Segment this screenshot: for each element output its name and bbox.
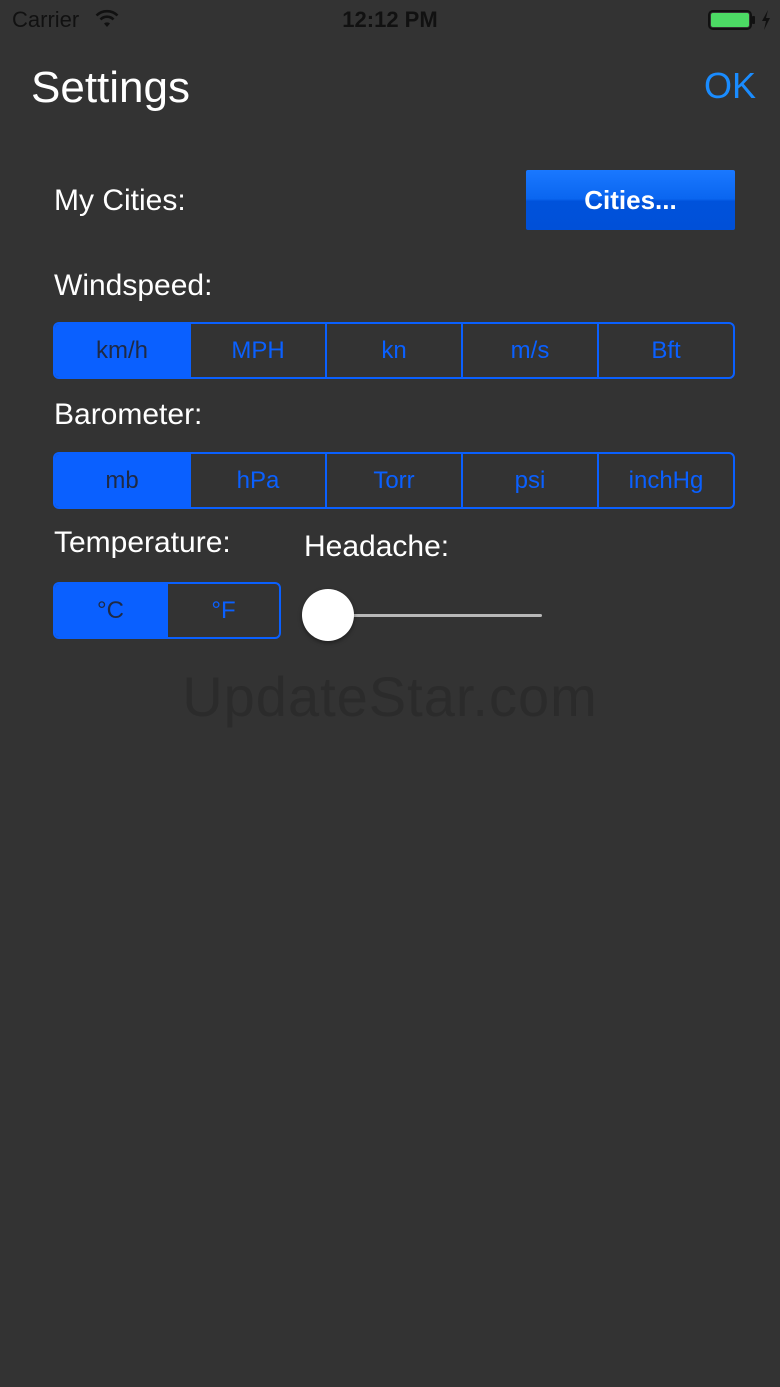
my-cities-label: My Cities: bbox=[54, 184, 186, 217]
windspeed-label: Windspeed: bbox=[54, 269, 213, 302]
battery-icon bbox=[708, 10, 755, 30]
page-title: Settings bbox=[31, 63, 190, 112]
temperature-label: Temperature: bbox=[54, 526, 231, 559]
windspeed-option-4[interactable]: Bft bbox=[599, 324, 733, 377]
status-time: 12:12 PM bbox=[342, 7, 438, 32]
headache-slider[interactable] bbox=[302, 588, 544, 642]
windspeed-option-1[interactable]: MPH bbox=[191, 324, 327, 377]
settings-screen: Carrier 12:12 PM Settings OK My Cities: … bbox=[0, 0, 780, 1387]
headache-label: Headache: bbox=[304, 530, 450, 563]
windspeed-option-3[interactable]: m/s bbox=[463, 324, 599, 377]
barometer-label: Barometer: bbox=[54, 398, 203, 431]
temperature-option-1[interactable]: °F bbox=[168, 584, 279, 637]
charging-bolt-icon bbox=[762, 10, 770, 30]
barometer-option-4[interactable]: inchHg bbox=[599, 454, 733, 507]
temperature-option-0[interactable]: °C bbox=[55, 584, 168, 637]
slider-thumb[interactable] bbox=[302, 589, 354, 641]
barometer-option-1[interactable]: hPa bbox=[191, 454, 327, 507]
windspeed-option-0[interactable]: km/h bbox=[55, 324, 191, 377]
barometer-segmented-control: mb hPa Torr psi inchHg bbox=[53, 452, 735, 509]
windspeed-segmented-control: km/h MPH kn m/s Bft bbox=[53, 322, 735, 379]
status-bar: Carrier 12:12 PM bbox=[0, 0, 780, 40]
barometer-option-3[interactable]: psi bbox=[463, 454, 599, 507]
temperature-segmented-control: °C °F bbox=[53, 582, 281, 639]
barometer-option-2[interactable]: Torr bbox=[327, 454, 463, 507]
windspeed-option-2[interactable]: kn bbox=[327, 324, 463, 377]
watermark-text: UpdateStar.com bbox=[182, 665, 598, 728]
barometer-option-0[interactable]: mb bbox=[55, 454, 191, 507]
cities-button[interactable]: Cities... bbox=[526, 170, 735, 230]
ok-button[interactable]: OK bbox=[704, 64, 756, 108]
